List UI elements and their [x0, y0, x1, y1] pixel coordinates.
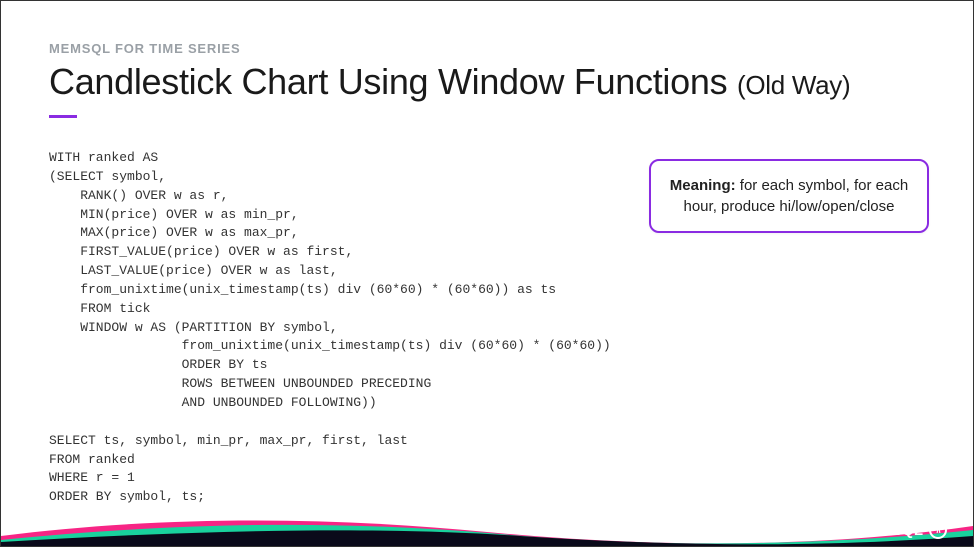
slide-title: Candlestick Chart Using Window Functions…: [49, 61, 933, 103]
title-parenthetical: (Old Way): [737, 70, 850, 100]
meaning-callout: Meaning: for each symbol, for each hour,…: [649, 159, 929, 233]
callout-label: Meaning:: [670, 177, 736, 194]
brand-footer: memSQL /\: [857, 521, 947, 539]
wave-svg: [1, 512, 973, 546]
accent-underline: [49, 115, 77, 118]
brand-logo-icon: /\: [929, 521, 947, 539]
eyebrow-text: MEMSQL FOR TIME SERIES: [49, 41, 240, 56]
brand-text: memSQL: [857, 522, 923, 539]
slide: MEMSQL FOR TIME SERIES Candlestick Chart…: [0, 0, 974, 547]
title-main: Candlestick Chart Using Window Functions: [49, 61, 737, 102]
footer-wave: [1, 512, 973, 546]
